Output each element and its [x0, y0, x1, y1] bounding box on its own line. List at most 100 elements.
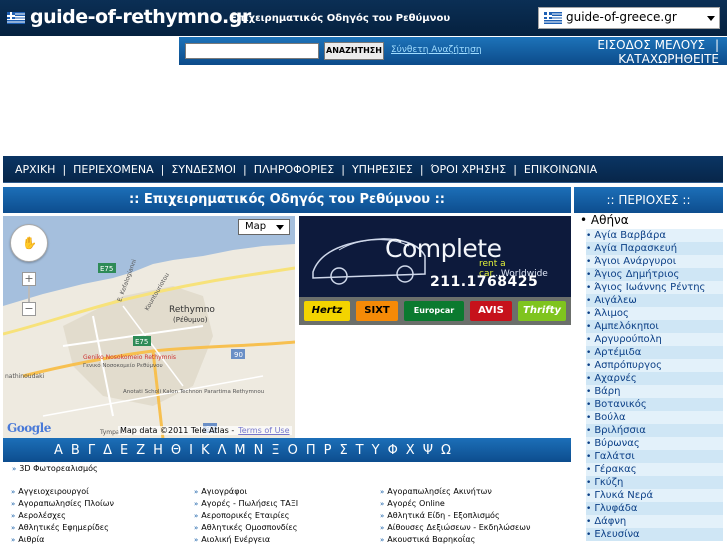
zoom-out-button[interactable]: −: [22, 302, 36, 316]
category-item[interactable]: » Αεροπορικές Εταιρίες: [194, 510, 374, 522]
alphabet-letter[interactable]: Ι: [189, 443, 193, 458]
nav-item[interactable]: ΑΡΧΙΚΗ: [15, 163, 55, 176]
category-item[interactable]: » Αγορές - Πωλήσεις ΤΑΞΙ: [194, 498, 374, 510]
map-widget[interactable]: E75 E75 90 90 Rethymno (Ρέθυμνο) E. Kefa…: [3, 216, 295, 439]
alphabet-letter[interactable]: Δ: [103, 443, 112, 458]
advanced-search-link[interactable]: Σύνθετη Αναζήτηση: [391, 45, 482, 55]
featured-category[interactable]: » 3D Φωτορεαλισμός: [12, 464, 98, 473]
area-item[interactable]: • Άγιοι Ανάργυροι: [586, 255, 723, 268]
category-label: Αγιογράφοι: [201, 487, 248, 496]
nav-item[interactable]: ΠΕΡΙΕΧΟΜΕΝΑ: [73, 163, 153, 176]
category-item[interactable]: » Αθλητικές Ομοσπονδίες: [194, 522, 374, 534]
area-item[interactable]: • Γέρακας: [586, 463, 723, 476]
rent-a-car-ad[interactable]: Complete rent a car...Worldwide 211.1768…: [299, 216, 571, 325]
zoom-slider[interactable]: [22, 286, 36, 302]
account-separator: |: [714, 38, 719, 52]
category-item[interactable]: » Αθλητικές Εφημερίδες: [11, 522, 191, 534]
area-item[interactable]: • Αρτέμιδα: [586, 346, 723, 359]
area-item[interactable]: • Βύρωνας: [586, 437, 723, 450]
site-logo[interactable]: guide-of-rethymno.gr: [30, 6, 251, 28]
alphabet-letter[interactable]: Ε: [120, 443, 128, 458]
area-item[interactable]: • Αργυρούπολη: [586, 333, 723, 346]
area-item[interactable]: • Βούλα: [586, 411, 723, 424]
area-item[interactable]: • Γλυκά Νερά: [586, 489, 723, 502]
area-item[interactable]: • Άγιος Ιωάννης Ρέντης: [586, 281, 723, 294]
terms-of-use-link[interactable]: Terms of Use: [238, 426, 289, 435]
category-item[interactable]: » Αιθρία: [11, 534, 191, 545]
alphabet-letter[interactable]: Ν: [254, 443, 264, 458]
nav-item[interactable]: ΥΠΗΡΕΣΙΕΣ: [352, 163, 413, 176]
map-pan-control[interactable]: ✋: [10, 224, 48, 262]
category-item[interactable]: » Αγοραπωλησίες Πλοίων: [11, 498, 191, 510]
area-item[interactable]: • Αγία Παρασκευή: [586, 242, 723, 255]
area-item[interactable]: • Βάρη: [586, 385, 723, 398]
alphabet-letter[interactable]: Μ: [234, 443, 245, 458]
alphabet-letter[interactable]: Λ: [218, 443, 227, 458]
category-item[interactable]: » Αθλητικά Είδη - Εξοπλισμός: [380, 510, 560, 522]
alphabet-letter[interactable]: Φ: [388, 443, 398, 458]
alphabet-letter[interactable]: Χ: [406, 443, 415, 458]
alphabet-letter[interactable]: Ζ: [136, 443, 145, 458]
map-type-select[interactable]: Map: [238, 219, 290, 235]
account-links: ΕΙΣΟΔΟΣ ΜΕΛΟΥΣ | ΚΑΤΑΧΩΡΗΘΕΙΤΕ: [569, 38, 719, 66]
alphabet-letter[interactable]: Υ: [372, 443, 380, 458]
category-item[interactable]: » Αγιογράφοι: [194, 486, 374, 498]
alphabet-letter[interactable]: Ψ: [423, 443, 433, 458]
category-label: Αιθρία: [18, 535, 45, 544]
area-item[interactable]: • Γκύζη: [586, 476, 723, 489]
alphabet-letter[interactable]: Θ: [171, 443, 181, 458]
area-item[interactable]: • Βοτανικός: [586, 398, 723, 411]
area-item[interactable]: • Άγιος Δημήτριος: [586, 268, 723, 281]
bullet-icon: •: [586, 491, 592, 501]
category-item[interactable]: » Αίθουσες Δεξιώσεων - Εκδηλώσεων: [380, 522, 560, 534]
alphabet-letter[interactable]: Ρ: [324, 443, 332, 458]
search-input[interactable]: [185, 43, 319, 59]
category-item[interactable]: » Αγγειοχειρουργοί: [11, 486, 191, 498]
zoom-in-button[interactable]: +: [22, 272, 36, 286]
nav-separator: |: [160, 163, 165, 176]
alphabet-letter[interactable]: Τ: [356, 443, 364, 458]
area-item[interactable]: • Ελευσίνα: [586, 528, 723, 541]
nav-item[interactable]: ΠΛΗΡΟΦΟΡΙΕΣ: [254, 163, 334, 176]
area-item[interactable]: • Ασπρόπυργος: [586, 359, 723, 372]
area-item[interactable]: • Γαλάτσι: [586, 450, 723, 463]
chevron-down-icon: [276, 225, 284, 230]
site-selector[interactable]: guide-of-greece.gr: [538, 7, 720, 29]
alphabet-letter[interactable]: Ξ: [271, 443, 279, 458]
category-item[interactable]: » Αγορές Online: [380, 498, 560, 510]
area-label: Βοτανικός: [594, 399, 647, 410]
alphabet-letter[interactable]: Η: [153, 443, 163, 458]
area-item[interactable]: • Βριλήσσια: [586, 424, 723, 437]
area-item[interactable]: • Δάφνη: [586, 515, 723, 528]
register-link[interactable]: ΚΑΤΑΧΩΡΗΘΕΙΤΕ: [618, 52, 719, 66]
category-item[interactable]: » Αγοραπωλησίες Ακινήτων: [380, 486, 560, 498]
area-item[interactable]: • Αιγάλεω: [586, 294, 723, 307]
alphabet-letter[interactable]: Α: [54, 443, 63, 458]
category-item[interactable]: » Ακουστικά Βαρηκοΐας: [380, 534, 560, 545]
alphabet-letter[interactable]: Ο: [288, 443, 298, 458]
nav-item[interactable]: ΣΥΝΔΕΣΜΟΙ: [171, 163, 236, 176]
category-item[interactable]: » Αιολική Ενέργεια: [194, 534, 374, 545]
nav-item[interactable]: ΕΠΙΚΟΙΝΩΝΙΑ: [524, 163, 597, 176]
alphabet-letter[interactable]: Κ: [201, 443, 210, 458]
alphabet-letter[interactable]: Σ: [339, 443, 347, 458]
alphabet-letter[interactable]: Π: [306, 443, 316, 458]
area-item[interactable]: • Αγία Βαρβάρα: [586, 229, 723, 242]
category-label: Αθλητικές Ομοσπονδίες: [201, 523, 298, 532]
europcar-logo: Europcar: [404, 301, 464, 321]
alphabet-letter[interactable]: Ω: [441, 443, 451, 458]
area-label: Άγιοι Ανάργυροι: [594, 256, 677, 267]
alphabet-letter[interactable]: Β: [71, 443, 80, 458]
area-item[interactable]: • Αμπελόκηποι: [586, 320, 723, 333]
area-item[interactable]: • Γλυφάδα: [586, 502, 723, 515]
area-item[interactable]: • Άλιμος: [586, 307, 723, 320]
alphabet-letter[interactable]: Γ: [88, 443, 95, 458]
bullet-icon: »: [194, 536, 199, 544]
area-item[interactable]: • Αχαρνές: [586, 372, 723, 385]
login-link[interactable]: ΕΙΣΟΔΟΣ ΜΕΛΟΥΣ: [597, 38, 705, 52]
nav-item[interactable]: ΌΡΟΙ ΧΡΗΣΗΣ: [431, 163, 507, 176]
search-button[interactable]: ΑΝΑΖΗΤΗΣΗ: [324, 42, 384, 60]
region-athina[interactable]: • Αθήνα: [580, 213, 629, 227]
category-item[interactable]: » Αερολέσχες: [11, 510, 191, 522]
bullet-icon: »: [194, 524, 199, 532]
